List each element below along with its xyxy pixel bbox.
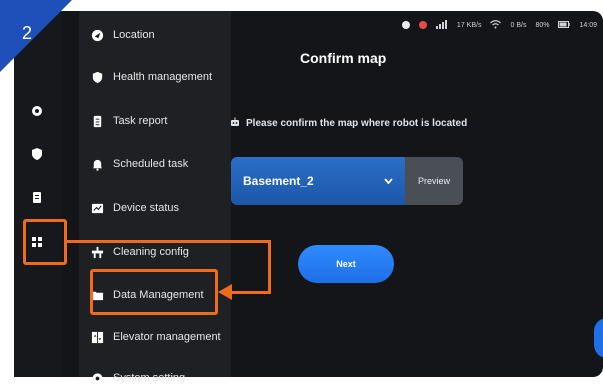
cleaning-icon — [89, 244, 105, 260]
menu-item-label: Device status — [113, 202, 180, 214]
annotation-connector — [67, 240, 271, 243]
location-icon[interactable] — [28, 103, 46, 121]
menu-item-label: System setting — [113, 372, 186, 384]
shield-icon[interactable] — [28, 145, 46, 163]
annotation-connector — [232, 291, 271, 294]
menu-item-system-setting[interactable]: System setting — [79, 365, 231, 391]
network-speed-1: 17 KB/s — [456, 21, 482, 29]
menu-item-label: Cleaning config — [113, 246, 189, 258]
next-button[interactable]: Next — [298, 245, 394, 283]
gear-icon — [89, 370, 105, 386]
clipboard-icon[interactable] — [28, 188, 46, 206]
highlight-grid-apps-icon — [23, 219, 67, 265]
menu-item-label: Task report — [113, 115, 168, 127]
wifi-icon — [490, 19, 502, 31]
map-prompt: Please confirm the map where robot is lo… — [230, 117, 467, 130]
menu-item-elevator-management[interactable]: Elevator management — [79, 324, 231, 350]
menu-item-label: Scheduled task — [113, 158, 189, 170]
menu-item-label: Elevator management — [113, 331, 221, 343]
menu-item-device-status[interactable]: Device status — [79, 195, 231, 221]
menu-item-location[interactable]: Location — [79, 22, 231, 48]
record-icon — [401, 21, 410, 29]
prompt-text: Please confirm the map where robot is lo… — [246, 118, 468, 129]
clock: 14:09 — [579, 21, 597, 29]
page-title: Confirm map — [300, 50, 387, 66]
bell-icon — [89, 156, 105, 172]
signal-icon — [435, 19, 448, 31]
map-select-value: Basement_2 — [243, 174, 314, 188]
shield-icon — [89, 69, 105, 85]
annotation-arrow-icon — [218, 284, 232, 300]
step-number: 2 — [22, 23, 33, 43]
step-badge — [0, 0, 72, 72]
map-select[interactable]: Basement_2 — [231, 157, 405, 205]
chart-icon — [89, 200, 105, 216]
alert-icon — [418, 21, 427, 29]
highlight-data-management — [90, 269, 218, 315]
elevator-icon — [89, 329, 105, 345]
menu-item-scheduled-task[interactable]: Scheduled task — [79, 151, 231, 177]
battery-level: 80% — [535, 21, 550, 29]
menu-item-health-management[interactable]: Health management — [79, 64, 231, 90]
floating-action-button[interactable] — [594, 318, 603, 358]
status-bar: 17 KB/s 0 B/s 80% 14:09 — [401, 18, 597, 32]
menu-item-label: Location — [113, 29, 155, 41]
location-icon — [89, 27, 105, 43]
annotation-connector — [268, 240, 271, 294]
network-speed-2: 0 B/s — [510, 21, 527, 29]
side-menu: Location Health management Task report S… — [79, 11, 231, 384]
menu-item-label: Health management — [113, 71, 213, 83]
chevron-down-icon — [384, 176, 393, 187]
battery-icon — [558, 20, 571, 30]
preview-button[interactable]: Preview — [405, 157, 463, 205]
clipboard-icon — [89, 113, 105, 129]
robot-icon — [230, 117, 240, 130]
menu-item-task-report[interactable]: Task report — [79, 108, 231, 134]
